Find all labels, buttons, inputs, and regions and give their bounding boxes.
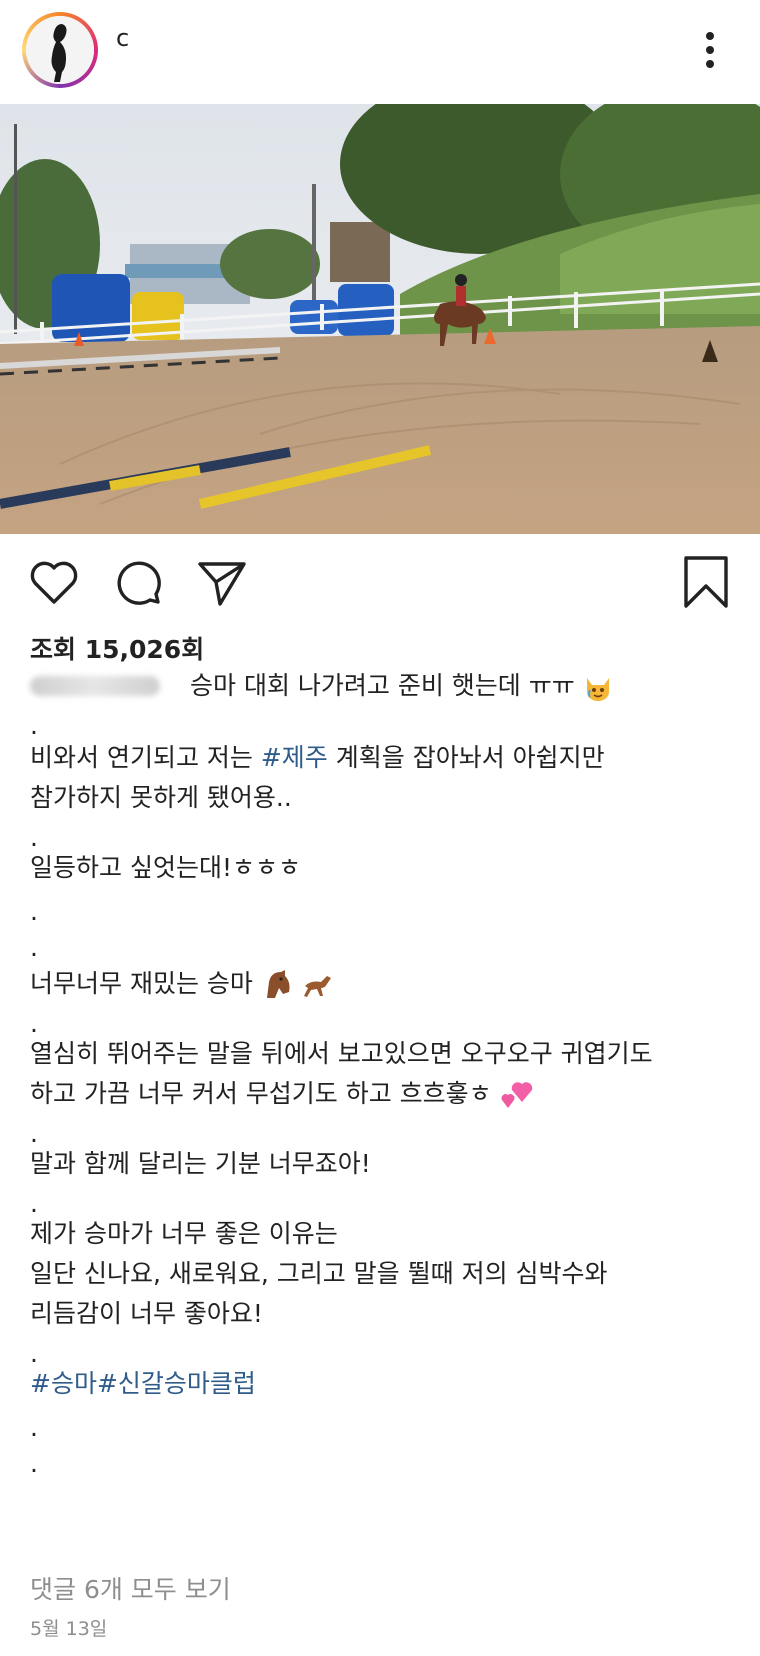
heart-icon[interactable] [26,554,82,610]
view-all-comments-link[interactable]: 댓글 6개 모두 보기 [30,1570,231,1606]
caption-line: 제가 승마가 너무 좋은 이유는 [30,1219,338,1248]
caption-line: 일등하고 싶엇는대!ㅎㅎㅎ [30,853,301,882]
caption-dot: . [30,1119,38,1148]
post-photo[interactable] [0,104,760,534]
views-number: 15,026회 [84,635,205,664]
caption-line: 너무너무 재밌는 승마 [30,968,335,1000]
caption-text: 계획을 잡아놔서 아쉽지만 [327,743,605,772]
caption-dot: . [30,1449,38,1478]
comment-icon[interactable] [110,554,166,610]
username[interactable]: c [116,24,129,52]
post-date: 5월 13일 [30,1618,108,1640]
avatar-image [26,16,94,84]
caption-line: 참가하지 못하게 됐어용.. [30,783,292,812]
caption-text: 하고 가끔 너무 커서 무섭기도 하고 흐흐흫ㅎ [30,1079,492,1108]
caption-username-blurred[interactable] [30,676,160,696]
action-bar [0,548,760,616]
caption-line: 하고 가끔 너무 커서 무섭기도 하고 흐흐흫ㅎ [30,1078,534,1110]
view-count: 조회 15,026회 [30,630,204,666]
caption-text: 비와서 연기되고 저는 [30,743,261,772]
caption-dot: . [30,823,38,852]
bookmark-icon[interactable] [678,554,734,610]
caption-dot: . [30,897,38,926]
caption-dot: . [30,1413,38,1442]
post-header: c [0,0,760,104]
caption-dot: . [30,1189,38,1218]
caption-line: 일단 신나요, 새로워요, 그리고 말을 뛸때 저의 심박수와 [30,1259,608,1288]
caption-text: 너무너무 재밌는 승마 [30,969,253,998]
two-hearts-emoji-icon [501,1082,532,1108]
running-horse-emoji-icon [303,976,331,997]
hashtag-link[interactable]: #승마#신갈승마클럽 [30,1368,256,1400]
caption-line: 열심히 뛰어주는 말을 뒤에서 보고있으면 오구오구 귀엽기도 [30,1039,653,1068]
caption-dot: . [30,1339,38,1368]
avatar[interactable] [22,12,98,88]
caption-dot: . [30,711,38,740]
views-label: 조회 [30,635,77,664]
caption-line: 말과 함께 달리는 기분 너무죠아! [30,1149,371,1178]
caption-dot: . [30,1009,38,1038]
send-icon[interactable] [194,554,250,610]
caption-line: 리듬감이 너무 좋아요! [30,1299,263,1328]
hashtag-link[interactable]: #제주 [261,743,328,772]
horse-face-emoji-icon [266,970,290,998]
caption-dot: . [30,933,38,962]
caption-line: 비와서 연기되고 저는 #제주 계획을 잡아놔서 아쉽지만 [30,742,605,774]
cat-tears-emoji-icon [586,678,609,701]
caption-text: 승마 대회 나가려고 준비 햇는데 ㅠㅠ [190,671,575,700]
more-vertical-icon[interactable] [690,28,730,72]
